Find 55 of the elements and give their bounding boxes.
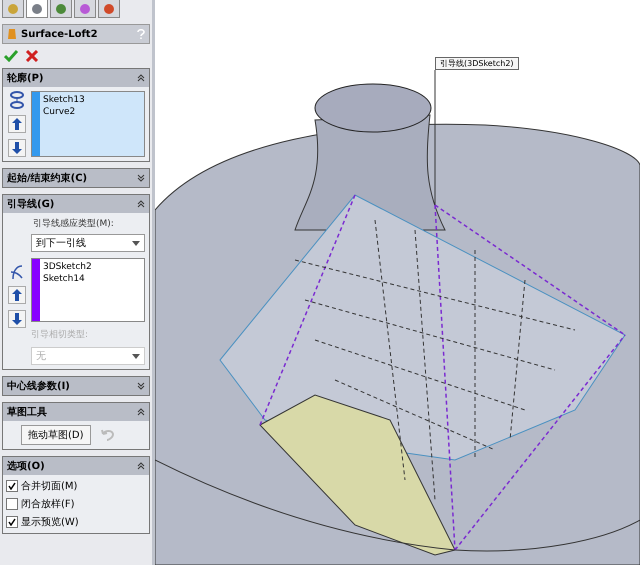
list-item[interactable]: Curve2 [43, 106, 85, 118]
panel-tab[interactable] [26, 0, 48, 18]
loft-icon [7, 28, 17, 40]
down-arrow-icon [12, 142, 22, 154]
profile-list[interactable]: Sketch13 Curve2 [31, 91, 145, 157]
checkbox[interactable] [6, 498, 18, 510]
callout-label: 引导线(3DSketch2) [435, 57, 519, 70]
list-item[interactable]: Sketch14 [43, 273, 92, 285]
caret-icon [132, 354, 140, 358]
up-arrow-icon [12, 289, 22, 301]
tab-icon [55, 2, 67, 14]
section-header[interactable]: 引导线(G) [3, 195, 149, 213]
panel-tab[interactable] [2, 0, 24, 18]
expand-chevron-icon [137, 382, 145, 390]
dropdown[interactable]: 到下一引线 [31, 234, 145, 252]
tab-icon [103, 2, 115, 14]
panel-tab[interactable] [50, 0, 72, 18]
guide-curve-list[interactable]: 3DSketch2 Sketch14 [31, 258, 145, 322]
profile-icon [10, 91, 24, 109]
section-header[interactable]: 轮廓(P) [3, 69, 149, 87]
cancel-x-icon[interactable] [26, 50, 38, 62]
section-header[interactable]: 草图工具 [3, 403, 149, 421]
section-header[interactable]: 中心线参数(I) [3, 377, 149, 395]
move-up-button[interactable] [8, 286, 26, 304]
checkbox-option[interactable]: 显示预览(W) [6, 513, 146, 531]
move-down-button[interactable] [8, 139, 26, 157]
checkbox-option[interactable]: 闭合放样(F) [6, 495, 146, 513]
down-arrow-icon [12, 313, 22, 325]
collapse-chevron-icon [137, 462, 145, 470]
guide-curve-icon [10, 264, 24, 280]
expand-chevron-icon [137, 174, 145, 182]
panel-tab[interactable] [98, 0, 120, 18]
caret-icon [132, 240, 140, 246]
collapse-chevron-icon [137, 200, 145, 208]
move-down-button[interactable] [8, 310, 26, 328]
drag-sketch-button[interactable]: 拖动草图(D) [21, 425, 91, 445]
checkbox[interactable] [6, 480, 18, 492]
up-arrow-icon [12, 118, 22, 130]
section-header[interactable]: 选项(O) [3, 457, 149, 475]
panel-tab[interactable] [74, 0, 96, 18]
ok-check-icon[interactable] [4, 50, 18, 62]
tab-icon [7, 2, 19, 14]
checkbox[interactable] [6, 516, 18, 528]
move-up-button[interactable] [8, 115, 26, 133]
feature-title: Surface-Loft2 [21, 28, 99, 40]
field-label: 引导线感应类型(M): [32, 218, 115, 230]
list-item[interactable]: 3DSketch2 [43, 261, 92, 273]
field-label: 引导相切类型: [31, 328, 90, 341]
tab-icon [31, 2, 43, 14]
collapse-chevron-icon [137, 74, 145, 82]
collapse-chevron-icon [137, 408, 145, 416]
tab-icon [79, 2, 91, 14]
checkbox-option[interactable]: 合并切面(M) [6, 477, 146, 495]
list-item[interactable]: Sketch13 [43, 94, 85, 106]
section-header[interactable]: 起始/结束约束(C) [3, 169, 149, 187]
